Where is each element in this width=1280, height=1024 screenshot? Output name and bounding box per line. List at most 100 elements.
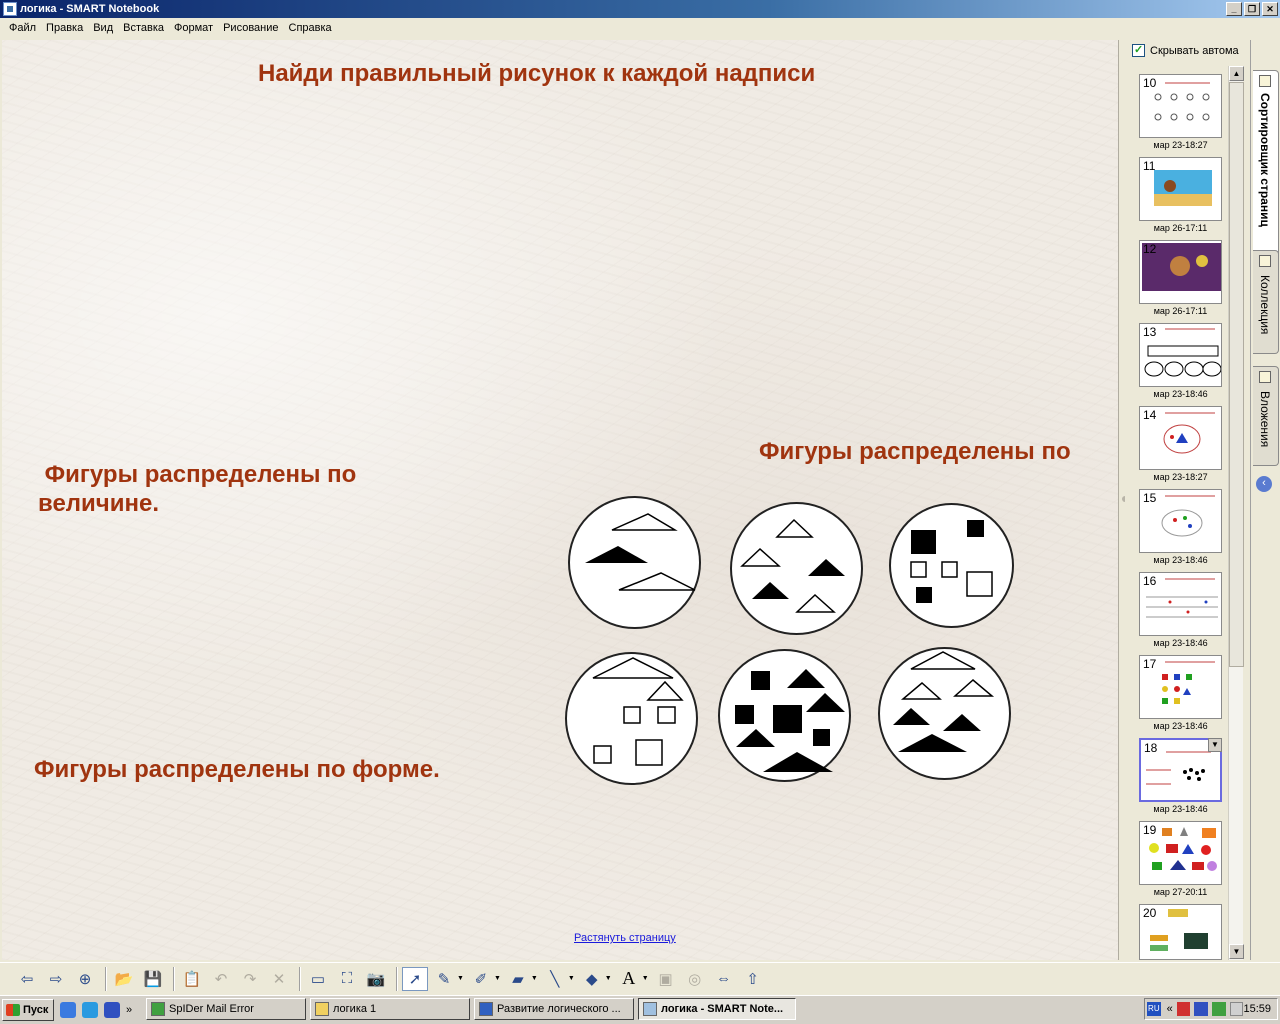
task-spider-mail[interactable]: SpIDer Mail Error	[146, 998, 306, 1020]
checkbox-icon[interactable]	[1132, 44, 1145, 57]
page-date: мар 26-17:11	[1153, 306, 1208, 316]
spider-tray-icon[interactable]	[1212, 1002, 1226, 1016]
antivirus-icon[interactable]	[1176, 1002, 1191, 1016]
page-sorter-icon	[1259, 75, 1271, 87]
menu-insert[interactable]: Вставка	[118, 22, 169, 34]
scroll-thumb[interactable]	[1229, 82, 1244, 667]
quicklaunch-more-icon[interactable]: »	[126, 1004, 132, 1016]
toolbar-customize-icon[interactable]: ⇔	[711, 967, 737, 991]
shape-circle-3[interactable]	[889, 503, 1014, 628]
page-thumbnail[interactable]: 14	[1139, 406, 1222, 470]
pen-dropdown-icon[interactable]: ▼	[457, 975, 464, 982]
shape-group-4	[592, 657, 684, 766]
menu-file[interactable]: Файл	[4, 22, 41, 34]
task-folder[interactable]: логика 1	[310, 998, 470, 1020]
shapes-icon[interactable]: ◆	[579, 967, 605, 991]
collapse-panel-icon[interactable]: ‹	[1256, 476, 1272, 492]
delete-icon[interactable]: ✕	[266, 967, 292, 991]
menu-format[interactable]: Формат	[169, 22, 218, 34]
shape-circle-5[interactable]	[718, 649, 851, 782]
page-menu-button[interactable]: ▼	[1208, 738, 1222, 752]
network-icon[interactable]	[1194, 1002, 1209, 1016]
label-by-color[interactable]: Фигуры распределены по	[759, 438, 1071, 466]
browser-icon[interactable]	[60, 1002, 76, 1018]
page-thumbnail[interactable]: 17	[1139, 655, 1222, 719]
menu-edit[interactable]: Правка	[41, 22, 88, 34]
screen-shade-icon[interactable]: ▭	[305, 967, 331, 991]
page-thumbnail[interactable]: 12	[1139, 240, 1222, 304]
previous-page-icon[interactable]: ⇦	[14, 967, 40, 991]
page-number: 14	[1143, 408, 1157, 422]
task-word[interactable]: Развитие логического ...	[474, 998, 634, 1020]
task-label: логика 1	[333, 1003, 377, 1015]
label-by-size[interactable]: Фигуры распределены по величине.	[38, 460, 356, 518]
text-icon[interactable]: A	[616, 967, 642, 991]
slide-canvas[interactable]: Найди правильный рисунок к каждой надпис…	[2, 40, 1119, 960]
windows-logo-icon	[6, 1004, 20, 1016]
autohide-checkbox[interactable]: Скрывать автома	[1132, 44, 1246, 57]
internet-explorer-icon[interactable]	[82, 1002, 98, 1018]
shape-circle-4[interactable]	[565, 652, 698, 785]
toolbar-separator	[105, 966, 107, 991]
toolbar-move-icon[interactable]: ⇧	[740, 967, 766, 991]
page-thumbnail[interactable]: 13	[1139, 323, 1222, 387]
task-smart-notebook[interactable]: логика - SMART Note...	[638, 998, 796, 1020]
tray-expand-icon[interactable]: «	[1167, 1003, 1173, 1015]
minimize-button[interactable]: _	[1226, 2, 1242, 16]
shapes-dropdown-icon[interactable]: ▼	[605, 975, 612, 982]
page-thumbnail[interactable]: 20	[1139, 904, 1222, 960]
page-thumbnail[interactable]: 11	[1139, 157, 1222, 221]
page-thumbnail[interactable]: 10	[1139, 74, 1222, 138]
shape-group-5	[735, 669, 845, 772]
start-button[interactable]: Пуск	[2, 999, 54, 1021]
page-thumbnail[interactable]: 19	[1139, 821, 1222, 885]
scroll-up-button[interactable]: ▲	[1229, 66, 1244, 81]
menu-help[interactable]: Справка	[284, 22, 337, 34]
scroll-down-button[interactable]: ▼	[1229, 944, 1244, 959]
line-dropdown-icon[interactable]: ▼	[568, 975, 575, 982]
menu-draw[interactable]: Рисование	[218, 22, 283, 34]
stretch-page-link[interactable]: Растянуть страницу	[574, 932, 676, 944]
close-button[interactable]: ✕	[1262, 2, 1278, 16]
page-thumbnail[interactable]: 15	[1139, 489, 1222, 553]
tab-attachments[interactable]: Вложения	[1253, 366, 1279, 466]
creative-pen-dropdown-icon[interactable]: ▼	[494, 975, 501, 982]
next-page-icon[interactable]: ⇨	[43, 967, 69, 991]
screen-capture-icon[interactable]: 📷	[363, 967, 389, 991]
save-icon[interactable]: 💾	[140, 967, 166, 991]
smart-notebook-icon	[643, 1002, 657, 1016]
redo-icon[interactable]: ↷	[237, 967, 263, 991]
page-number: 19	[1143, 823, 1157, 837]
creative-pen-icon[interactable]: ✐	[468, 967, 494, 991]
fill-icon[interactable]: ▣	[653, 967, 679, 991]
paperclip-icon	[1259, 371, 1271, 383]
volume-icon[interactable]	[1229, 1002, 1244, 1016]
menu-view[interactable]: Вид	[88, 22, 118, 34]
bottom-toolbar: ⇦ ⇨ ⊕ 📂 💾 📋 ↶ ↷ ✕ ▭ ⛶ 📷 ➚ ✎ ▼ ✐ ▼ ▰ ▼ ╲ ▼ ◆ ▼…	[0, 962, 1280, 994]
shape-circle-1[interactable]	[568, 496, 701, 629]
eraser-icon[interactable]: ▰	[505, 967, 531, 991]
text-dropdown-icon[interactable]: ▼	[642, 975, 649, 982]
label-by-form[interactable]: Фигуры распределены по форме.	[34, 756, 440, 784]
paste-icon[interactable]: 📋	[179, 967, 205, 991]
open-file-icon[interactable]: 📂	[111, 967, 137, 991]
line-icon[interactable]: ╲	[542, 967, 568, 991]
thumbnail-scrollbar[interactable]: ▲ ▼	[1228, 66, 1244, 960]
page-thumbnail[interactable]: 16	[1139, 572, 1222, 636]
properties-icon[interactable]: ◎	[682, 967, 708, 991]
save-quicklaunch-icon[interactable]	[104, 1002, 120, 1018]
page-number: 17	[1143, 657, 1157, 671]
full-screen-icon[interactable]: ⛶	[334, 967, 360, 991]
shape-circle-6[interactable]	[878, 647, 1011, 780]
restore-button[interactable]: ❐	[1244, 2, 1260, 16]
add-page-icon[interactable]: ⊕	[72, 967, 98, 991]
pen-icon[interactable]: ✎	[431, 967, 457, 991]
tab-gallery[interactable]: Коллекция	[1253, 250, 1279, 354]
shape-circle-2[interactable]	[730, 502, 863, 635]
select-arrow-icon[interactable]: ➚	[402, 966, 428, 991]
undo-icon[interactable]: ↶	[208, 967, 234, 991]
clock: 15:59	[1243, 1003, 1271, 1015]
language-indicator[interactable]: RU	[1147, 1002, 1161, 1016]
eraser-dropdown-icon[interactable]: ▼	[531, 975, 538, 982]
slide-heading[interactable]: Найди правильный рисунок к каждой надпис…	[258, 60, 815, 88]
